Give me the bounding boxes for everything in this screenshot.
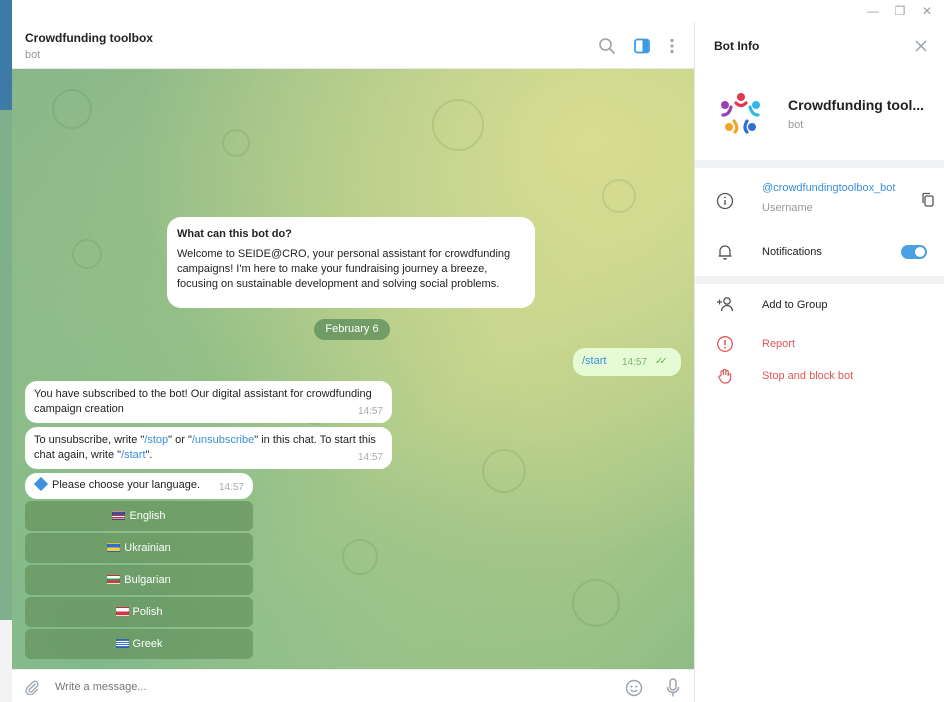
stop-command-link[interactable]: /stop <box>144 434 168 446</box>
background-app-area <box>0 620 12 702</box>
incoming-message[interactable]: You have subscribed to the bot! Our digi… <box>25 381 392 423</box>
username-link[interactable]: @crowdfundingtoolbox_bot <box>762 182 895 194</box>
bot-name: Crowdfunding tool... <box>788 97 925 113</box>
language-button-ukrainian[interactable]: Ukrainian <box>25 533 253 563</box>
language-button-english[interactable]: English <box>25 501 253 531</box>
text-fragment: ". <box>145 449 153 461</box>
add-to-group-label: Add to Group <box>762 299 828 311</box>
bg-flag-icon <box>107 575 121 584</box>
incoming-message[interactable]: To unsubscribe, write "/stop" or "/unsub… <box>25 427 392 469</box>
wallpaper-doodle <box>572 579 620 627</box>
section-divider <box>695 160 944 168</box>
button-label: Polish <box>132 606 163 618</box>
read-checkmarks-icon: ✓✓ <box>655 356 668 367</box>
language-button-polish[interactable]: Polish <box>25 597 253 627</box>
language-button-bulgarian[interactable]: Bulgarian <box>25 565 253 595</box>
message-time: 14:57 <box>622 357 648 368</box>
attach-paperclip-icon[interactable] <box>24 679 40 695</box>
bot-avatar[interactable] <box>716 88 766 138</box>
chat-message-area[interactable]: What can this bot do? Welcome to SEIDE@C… <box>12 69 694 669</box>
close-icon[interactable] <box>913 38 929 54</box>
wallpaper-doodle <box>482 449 526 493</box>
add-user-icon <box>717 297 734 312</box>
section-divider <box>695 276 944 284</box>
background-app-edge <box>0 0 12 702</box>
title-bar: — ❐ ✕ <box>12 0 944 22</box>
outgoing-message[interactable]: /start 14:57 ✓✓ <box>573 348 681 376</box>
message-text: Please choose your language. <box>52 479 200 491</box>
chat-header[interactable]: Crowdfunding toolbox bot <box>12 22 694 69</box>
report-label: Report <box>762 338 796 350</box>
gr-flag-icon <box>115 639 129 648</box>
notifications-label: Notifications <box>762 246 822 258</box>
message-input[interactable] <box>55 681 595 693</box>
chat-status: bot <box>25 49 41 61</box>
button-label: Ukrainian <box>124 542 171 554</box>
pl-flag-icon <box>115 607 129 616</box>
message-time: 14:57 <box>218 482 244 493</box>
message-composer <box>12 669 694 702</box>
message-time: 14:57 <box>357 452 383 463</box>
info-icon <box>716 192 734 210</box>
wallpaper-doodle <box>432 99 484 151</box>
blue-diamond-icon <box>33 476 49 492</box>
microphone-icon[interactable] <box>666 678 680 698</box>
telegram-window: — ❐ ✕ Crowdfunding toolbox bot What can … <box>12 0 944 702</box>
username-row[interactable]: @crowdfundingtoolbox_bot Username <box>695 168 944 228</box>
restore-button[interactable]: ❐ <box>889 2 911 20</box>
bot-status: bot <box>788 119 804 131</box>
message-text: To unsubscribe, write "/stop" or "/unsub… <box>34 433 383 463</box>
wallpaper-doodle <box>222 129 250 157</box>
username-label: Username <box>762 202 813 214</box>
emoji-icon[interactable] <box>625 679 643 697</box>
wallpaper-doodle <box>72 239 102 269</box>
screen: — ❐ ✕ Crowdfunding toolbox bot What can … <box>0 0 944 702</box>
close-window-button[interactable]: ✕ <box>916 2 938 20</box>
unsubscribe-command-link[interactable]: /unsubscribe <box>192 434 254 446</box>
stop-hand-icon <box>718 368 732 384</box>
background-app-area <box>0 110 12 620</box>
add-to-group-row[interactable]: Add to Group <box>695 290 944 320</box>
report-row[interactable]: Report <box>695 330 944 358</box>
message-text: You have subscribed to the bot! Our digi… <box>34 388 372 415</box>
message-time: 14:57 <box>357 406 383 417</box>
message-text: /start <box>582 355 607 367</box>
button-label: Bulgarian <box>124 574 171 586</box>
language-button-greek[interactable]: Greek <box>25 629 253 659</box>
block-bot-label: Stop and block bot <box>762 370 854 382</box>
bot-description-card: What can this bot do? Welcome to SEIDE@C… <box>167 217 535 308</box>
copy-icon[interactable] <box>921 192 935 208</box>
date-separator: February 6 <box>314 319 390 340</box>
bell-icon <box>718 245 732 260</box>
sidebar-toggle-icon[interactable] <box>632 36 652 56</box>
wallpaper-doodle <box>52 89 92 129</box>
button-label: Greek <box>132 638 163 650</box>
text-fragment: To unsubscribe, write " <box>34 434 145 446</box>
bot-description-text: Welcome to SEIDE@CRO, your personal assi… <box>177 248 511 290</box>
chat-title[interactable]: Crowdfunding toolbox <box>25 31 153 45</box>
wallpaper-doodle <box>602 179 636 213</box>
search-icon[interactable] <box>597 36 617 56</box>
bot-description-heading: What can this bot do? <box>177 228 292 240</box>
incoming-message[interactable]: Please choose your language. 14:57 <box>25 473 253 499</box>
start-command-link[interactable]: /start <box>121 449 145 461</box>
bot-info-panel: Bot Info Crowdfunding tool... bot @crowd… <box>694 22 944 702</box>
more-vertical-icon[interactable] <box>662 36 682 56</box>
block-bot-row[interactable]: Stop and block bot <box>695 362 944 390</box>
text-fragment: " or " <box>168 434 192 446</box>
notifications-toggle[interactable] <box>901 245 927 259</box>
minimize-button[interactable]: — <box>862 2 884 20</box>
wallpaper-doodle <box>342 539 378 575</box>
ua-flag-icon <box>107 543 121 552</box>
report-icon <box>717 336 733 352</box>
panel-title: Bot Info <box>714 39 760 53</box>
us-flag-icon <box>112 511 126 520</box>
button-label: English <box>129 510 166 522</box>
